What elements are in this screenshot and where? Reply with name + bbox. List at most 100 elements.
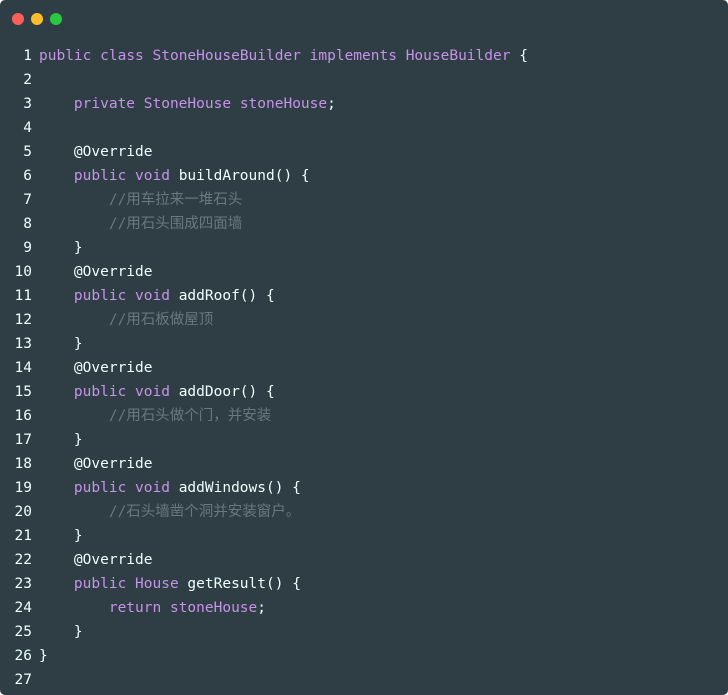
code-token-keyword: class	[100, 48, 144, 64]
close-button[interactable]	[12, 13, 24, 25]
code-line: 8 //用石头围成四面墙	[0, 212, 728, 236]
line-number: 22	[14, 552, 32, 568]
line-number: 2	[23, 72, 32, 88]
code-token-type: stoneHouse	[239, 96, 328, 112]
code-token-comment: //用石板做屋顶	[108, 312, 214, 328]
code-token-type: HouseBuilder	[405, 48, 511, 64]
code-token-keyword: public	[73, 288, 127, 304]
code-token-comment: //用石头做个门，并安装	[108, 408, 272, 424]
code-token-keyword: public	[73, 576, 127, 592]
code-token-annotation: @Override	[73, 360, 153, 376]
code-line: 21 }	[0, 524, 728, 548]
code-token-plain: buildAround() {	[169, 168, 310, 184]
line-code: //用车拉来一堆石头	[32, 188, 242, 212]
code-token-keyword: void	[135, 288, 170, 304]
code-token-keyword: private	[73, 96, 136, 112]
line-code: private StoneHouse stoneHouse;	[32, 92, 336, 116]
code-token-plain: }	[39, 240, 83, 256]
line-number: 11	[14, 288, 32, 304]
line-code: public void addWindows() {	[32, 476, 301, 500]
code-token-plain: ;	[257, 600, 267, 616]
code-token-plain: addRoof() {	[169, 288, 275, 304]
code-token-plain: addDoor() {	[169, 384, 275, 400]
line-code: //用石头做个门，并安装	[32, 404, 271, 428]
line-code: @Override	[32, 260, 153, 284]
line-number: 27	[14, 672, 32, 688]
line-number: 21	[14, 528, 32, 544]
code-token-annotation: @Override	[73, 144, 153, 160]
line-number: 8	[23, 216, 32, 232]
line-number: 6	[23, 168, 32, 184]
line-code: @Override	[32, 548, 153, 572]
code-token-keyword: implements	[309, 48, 397, 64]
line-number: 23	[14, 576, 32, 592]
code-line: 18 @Override	[0, 452, 728, 476]
line-code: public House getResult() {	[32, 572, 301, 596]
line-code: //用石板做屋顶	[32, 308, 213, 332]
line-code: }	[32, 332, 83, 356]
line-code: @Override	[32, 356, 153, 380]
code-line: 25 }	[0, 620, 728, 644]
line-number: 4	[23, 120, 32, 136]
code-token-comment: //用车拉来一堆石头	[108, 192, 243, 208]
code-line: 15 public void addDoor() {	[0, 380, 728, 404]
line-number: 7	[23, 192, 32, 208]
code-token-plain: {	[510, 48, 528, 64]
code-token-plain: }	[39, 624, 83, 640]
line-number: 10	[14, 264, 32, 280]
line-number: 13	[14, 336, 32, 352]
maximize-button[interactable]	[50, 13, 62, 25]
line-code: public void buildAround() {	[32, 164, 310, 188]
code-token-keyword: void	[135, 168, 170, 184]
code-line: 20 //石头墙凿个洞并安装窗户。	[0, 500, 728, 524]
code-token-plain: }	[39, 528, 83, 544]
code-line: 11 public void addRoof() {	[0, 284, 728, 308]
line-code: }	[32, 236, 83, 260]
code-token-plain: }	[39, 432, 83, 448]
line-number: 20	[14, 504, 32, 520]
line-code: @Override	[32, 140, 153, 164]
code-line: 13 }	[0, 332, 728, 356]
line-number: 1	[23, 48, 32, 64]
code-line: 24 return stoneHouse;	[0, 596, 728, 620]
minimize-button[interactable]	[31, 13, 43, 25]
code-token-plain: ;	[327, 96, 336, 112]
code-line: 27	[0, 668, 728, 692]
code-token-type: StoneHouse	[143, 96, 232, 112]
code-token-type: House	[135, 576, 179, 592]
code-token-keyword: public	[73, 168, 127, 184]
line-code: //用石头围成四面墙	[32, 212, 242, 236]
line-code: return stoneHouse;	[32, 596, 266, 620]
line-number: 14	[14, 360, 32, 376]
code-line: 12 //用石板做屋顶	[0, 308, 728, 332]
code-line: 3 private StoneHouse stoneHouse;	[0, 92, 728, 116]
code-block[interactable]: 1 public class StoneHouseBuilder implemen…	[0, 44, 728, 692]
code-token-plain: }	[39, 336, 83, 352]
code-token-annotation: @Override	[73, 264, 153, 280]
code-line: 16 //用石头做个门，并安装	[0, 404, 728, 428]
line-number: 24	[14, 600, 32, 616]
line-code: public void addRoof() {	[32, 284, 275, 308]
code-line: 4	[0, 116, 728, 140]
code-line: 6 public void buildAround() {	[0, 164, 728, 188]
line-code: }	[32, 644, 48, 668]
code-token-plain: addWindows() {	[169, 480, 301, 496]
